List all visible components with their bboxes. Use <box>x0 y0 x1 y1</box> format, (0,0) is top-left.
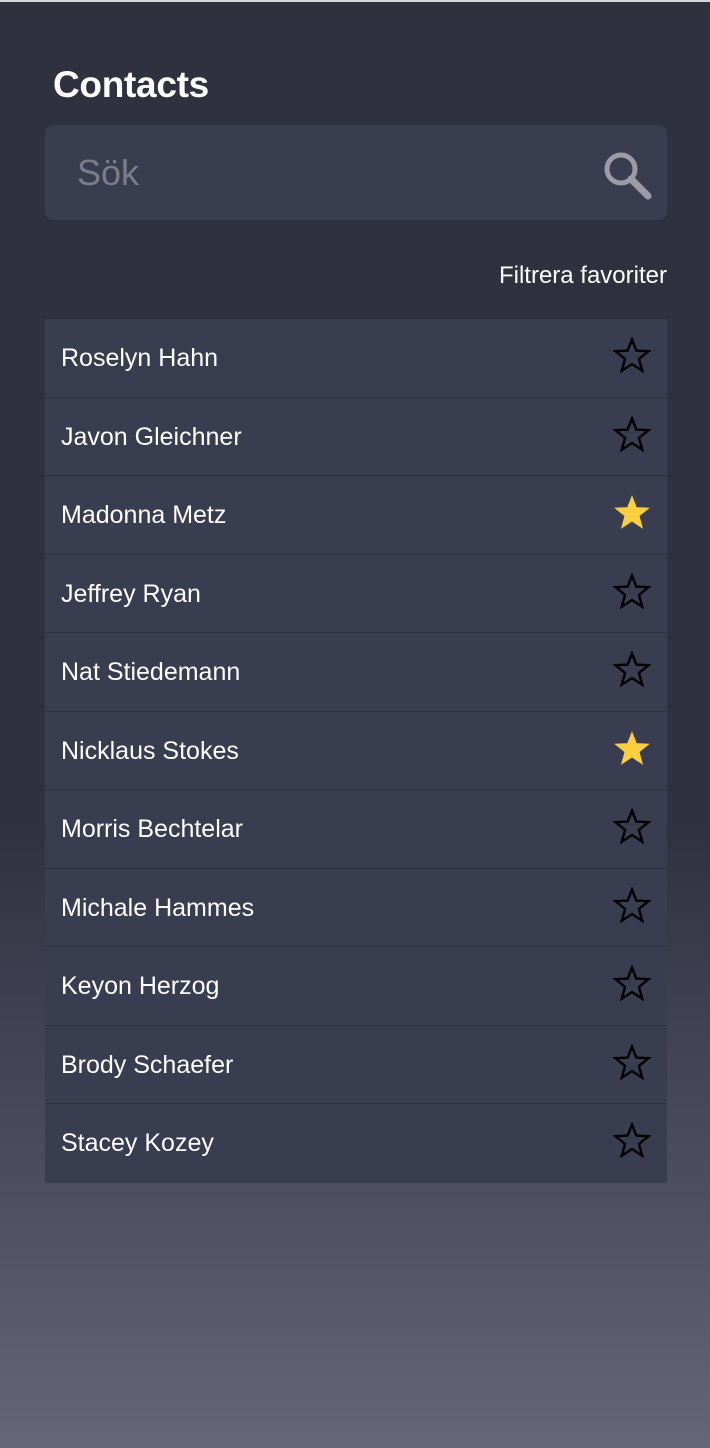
star-outline-icon[interactable] <box>613 808 651 844</box>
star-outline-icon[interactable] <box>613 1122 651 1158</box>
star-filled-icon[interactable] <box>613 730 651 766</box>
star-outline-icon[interactable] <box>613 572 651 609</box>
contact-row[interactable]: Keyon Herzog <box>45 947 667 1026</box>
contact-name: Jeffrey Ryan <box>61 579 201 608</box>
contact-name: Roselyn Hahn <box>61 344 219 372</box>
contact-name: Nicklaus Stokes <box>61 736 239 765</box>
contact-row[interactable]: Brody Schaefer <box>45 1025 667 1104</box>
contact-name: Michale Hammes <box>61 893 255 922</box>
contact-name: Nat Stiedemann <box>61 658 241 686</box>
top-border <box>0 0 710 2</box>
star-outline-icon[interactable] <box>613 1043 651 1080</box>
star-outline-icon[interactable] <box>613 337 651 373</box>
contact-list: Roselyn Hahn Javon Gleichner Madonna Metz J… <box>45 319 667 1183</box>
contact-row[interactable]: Stacey Kozey <box>45 1104 667 1183</box>
contact-row[interactable]: Roselyn Hahn <box>45 319 667 398</box>
search-icon[interactable] <box>601 149 653 201</box>
contact-name: Madonna Metz <box>61 501 227 529</box>
star-filled-icon[interactable] <box>613 494 651 530</box>
contact-row[interactable]: Madonna Metz <box>45 476 667 555</box>
search-bar <box>45 125 667 220</box>
contact-row[interactable]: Javon Gleichner <box>45 397 667 476</box>
contact-row[interactable]: Nat Stiedemann <box>45 633 667 712</box>
star-outline-icon[interactable] <box>613 651 651 687</box>
contact-name: Morris Bechtelar <box>61 815 243 843</box>
contact-row[interactable]: Jeffrey Ryan <box>45 554 667 633</box>
contact-row[interactable]: Nicklaus Stokes <box>45 711 667 790</box>
contact-row[interactable]: Morris Bechtelar <box>45 790 667 869</box>
star-outline-icon[interactable] <box>613 415 651 452</box>
contact-name: Stacey Kozey <box>61 1129 214 1157</box>
contact-name: Brody Schaefer <box>61 1050 234 1079</box>
search-input[interactable] <box>45 125 585 220</box>
star-outline-icon[interactable] <box>613 965 651 1001</box>
contact-name: Javon Gleichner <box>61 422 242 451</box>
page-title: Contacts <box>53 64 209 105</box>
filter-favorites-button[interactable]: Filtrera favoriter <box>499 262 667 290</box>
contact-name: Keyon Herzog <box>61 972 220 1000</box>
contact-row[interactable]: Michale Hammes <box>45 868 667 947</box>
star-outline-icon[interactable] <box>613 886 651 923</box>
